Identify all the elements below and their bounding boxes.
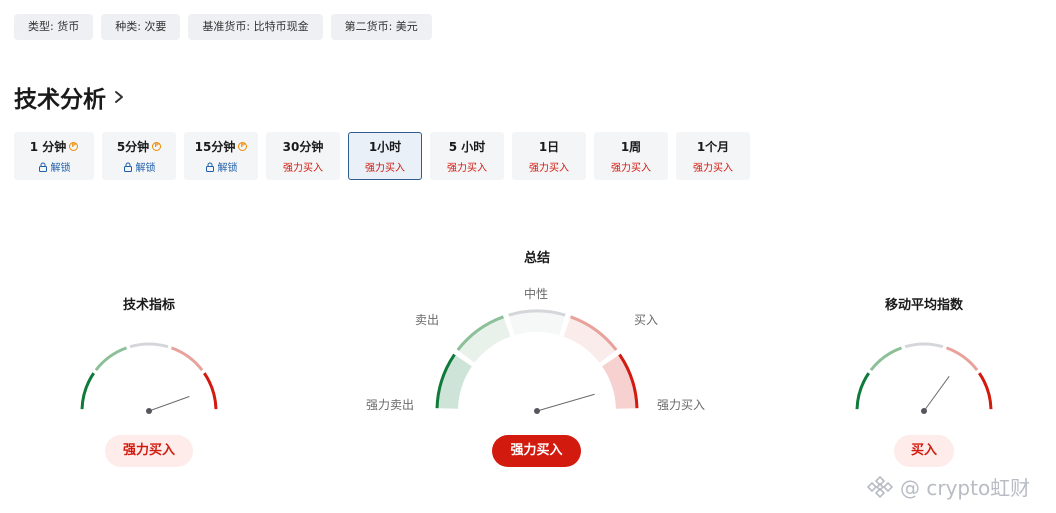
- gauge-technical-segment-sell: [94, 346, 128, 372]
- gauge-summary-fill-strong-buy: [601, 355, 636, 410]
- gauge-summary-fill-neutral: [509, 312, 565, 336]
- gauge-moving-avg-segment-strong-buy: [978, 372, 993, 410]
- gauge-moving-avg-segment-strong-sell: [855, 372, 870, 410]
- gauge-summary-title: 总结: [523, 251, 550, 266]
- gauge-summary-fill-sell: [458, 317, 511, 364]
- binance-logo-icon: [866, 475, 894, 498]
- gauge-technical-segment-strong-buy: [203, 372, 218, 410]
- gauge-summary-needle-hub: [534, 408, 540, 414]
- gauge-moving-avg-needle: [923, 376, 950, 412]
- gauge-moving-avg-needle-hub: [921, 408, 927, 414]
- gauge-moving-avg-title: 移动平均指数: [884, 298, 963, 313]
- gauge-summary-fill-strong-sell: [438, 355, 473, 410]
- gauge-summary-fill-buy: [563, 317, 616, 364]
- watermark: @ crypto虹财: [866, 472, 1030, 501]
- gauge-label-strong-buy: 强力买入: [657, 398, 706, 412]
- gauge-label-buy: 买入: [634, 313, 659, 327]
- gauge-label-strong-sell: 强力卖出: [366, 398, 415, 412]
- gauge-moving-avg-segment-neutral: [904, 342, 944, 349]
- watermark-text: @ crypto虹财: [900, 476, 1031, 500]
- gauge-label-neutral: 中性: [524, 287, 549, 301]
- gauge-technical-segment-neutral: [129, 342, 169, 349]
- gauge-technical-needle: [148, 396, 190, 412]
- gauge-moving-avg-segment-sell: [869, 346, 903, 372]
- gauge-technical-segment-strong-sell: [80, 372, 95, 410]
- gauge-technical-segment-buy: [170, 346, 204, 372]
- gauge-summary-needle: [536, 393, 595, 412]
- gauge-technical-result: 强力买入: [105, 435, 193, 467]
- gauge-label-sell: 卖出: [415, 313, 440, 327]
- gauge-technical-needle-hub: [146, 408, 152, 414]
- gauge-moving-avg-segment-buy: [945, 346, 979, 372]
- gauge-summary-result: 强力买入: [492, 435, 581, 467]
- gauge-moving-avg-result: 买入: [894, 435, 954, 467]
